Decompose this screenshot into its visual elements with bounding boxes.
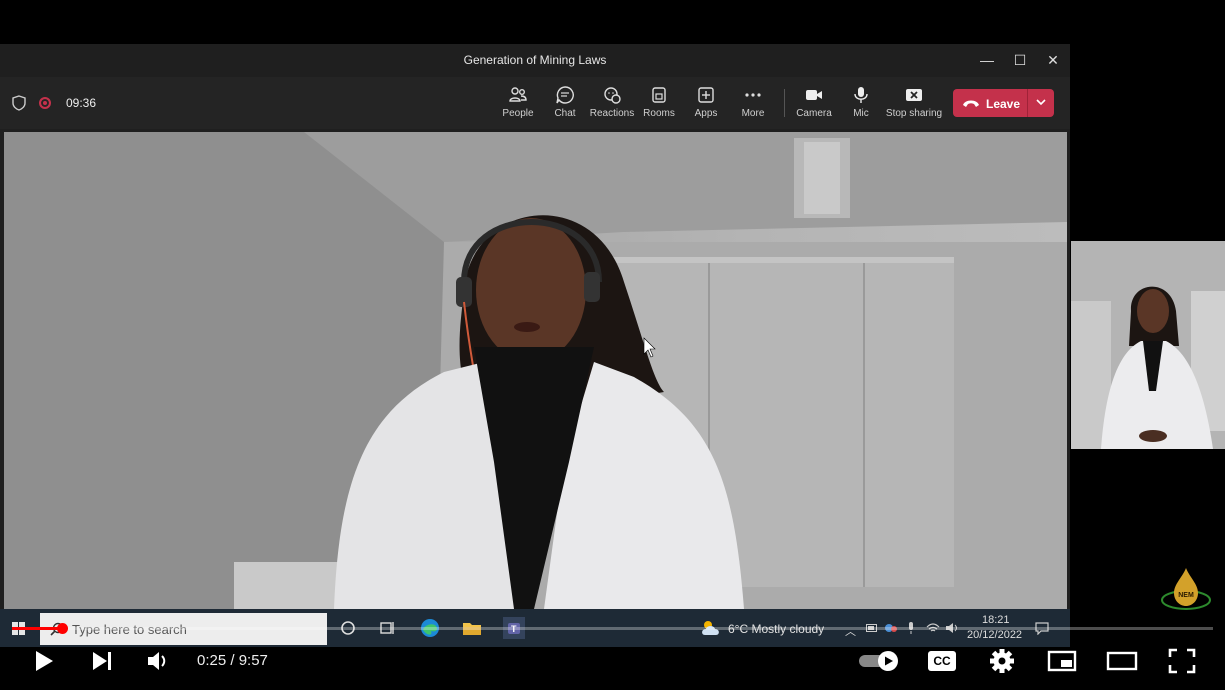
apps-button[interactable]: Apps — [682, 85, 730, 125]
chat-label: Chat — [554, 108, 576, 119]
channel-logo-text: NEM — [1178, 592, 1194, 599]
meeting-toolbar: 09:36 People Chat Reactions Rooms Apps M… — [0, 77, 1070, 129]
maximize-button[interactable]: ☐ — [1009, 50, 1031, 70]
camera-icon — [806, 90, 822, 100]
leave-button[interactable]: Leave — [953, 89, 1054, 117]
settings-gear-icon[interactable] — [986, 646, 1018, 676]
reactions-label: Reactions — [589, 108, 635, 119]
video-player[interactable]: Generation of Mining Laws — ☐ ✕ 09:36 Pe… — [0, 0, 1225, 690]
volume-icon[interactable] — [143, 646, 175, 676]
mic-label: Mic — [853, 108, 869, 119]
player-controls: 0:25 / 9:57 CC — [0, 640, 1225, 686]
chevron-down-icon[interactable] — [1034, 95, 1048, 109]
mic-icon — [854, 87, 868, 103]
self-view-video — [1071, 241, 1225, 449]
tray-chevron-icon[interactable]: ︿ — [845, 623, 856, 639]
progress-bar[interactable] — [12, 623, 1213, 634]
play-icon[interactable] — [28, 646, 60, 676]
autoplay-toggle-icon[interactable] — [858, 650, 900, 672]
channel-logo-icon: NEM — [1161, 568, 1211, 610]
next-video-icon[interactable] — [87, 646, 119, 676]
window-title: Generation of Mining Laws — [463, 53, 607, 67]
rooms-label: Rooms — [643, 108, 675, 119]
recording-indicator-icon — [39, 97, 51, 109]
more-label: More — [741, 108, 765, 119]
stop-sharing-icon — [906, 89, 922, 101]
clock-time[interactable]: 18:21 — [982, 614, 1010, 626]
chat-button[interactable]: Chat — [541, 85, 589, 125]
fullscreen-icon[interactable] — [1166, 646, 1198, 676]
rooms-button[interactable]: Rooms — [635, 85, 683, 125]
close-window-button[interactable]: ✕ — [1042, 50, 1064, 70]
more-icon — [745, 93, 761, 97]
leave-label: Leave — [986, 97, 1021, 111]
shield-icon — [12, 95, 26, 111]
camera-button[interactable]: Camera — [790, 85, 838, 125]
leave-divider — [1027, 89, 1028, 117]
people-label: People — [502, 108, 534, 119]
teams-meeting-window: Generation of Mining Laws — ☐ ✕ 09:36 Pe… — [0, 44, 1070, 609]
subtitles-button[interactable]: CC — [928, 651, 956, 671]
reactions-icon — [604, 87, 621, 104]
chat-icon — [556, 86, 574, 104]
window-titlebar: Generation of Mining Laws — ☐ ✕ — [0, 44, 1070, 77]
mic-button[interactable]: Mic — [837, 85, 885, 125]
self-view-frame — [1071, 241, 1225, 449]
stop-sharing-button[interactable]: Stop sharing — [884, 85, 944, 125]
miniplayer-icon[interactable] — [1046, 646, 1078, 676]
hang-up-icon — [963, 100, 979, 107]
progress-played — [12, 627, 63, 630]
theater-mode-icon[interactable] — [1106, 646, 1138, 676]
more-button[interactable]: More — [729, 85, 777, 125]
people-icon — [509, 87, 527, 102]
rooms-icon — [652, 87, 666, 103]
presenter-video-frame — [4, 132, 1067, 609]
time-display: 0:25 / 9:57 — [197, 652, 268, 669]
stop-sharing-label: Stop sharing — [885, 108, 943, 119]
people-button[interactable]: People — [494, 85, 542, 125]
apps-icon — [698, 87, 714, 103]
toolbar-divider — [784, 89, 785, 117]
apps-label: Apps — [694, 108, 718, 119]
camera-label: Camera — [796, 108, 832, 119]
reactions-button[interactable]: Reactions — [588, 85, 636, 125]
meeting-timer: 09:36 — [66, 96, 97, 110]
presenter-video: ··· — [4, 132, 1067, 609]
minimize-button[interactable]: — — [976, 50, 998, 70]
